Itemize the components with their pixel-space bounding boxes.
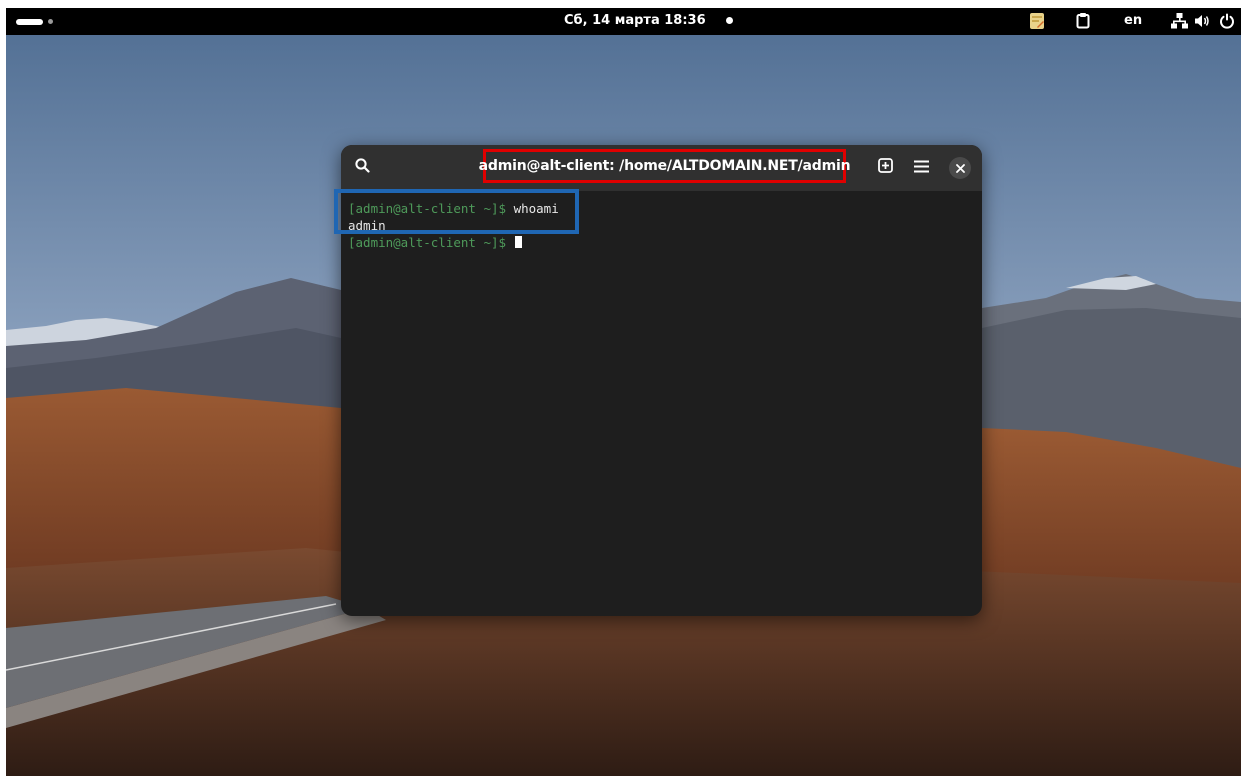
menu-button[interactable] xyxy=(910,156,932,178)
shell-prompt: [admin@alt-client ~]$ xyxy=(348,201,514,216)
command-output: admin xyxy=(348,218,386,233)
clock-label: Сб, 14 марта 18:36 xyxy=(564,13,706,28)
network-icon[interactable] xyxy=(1171,13,1188,29)
volume-icon[interactable] xyxy=(1194,14,1210,28)
new-tab-button[interactable] xyxy=(874,156,896,178)
terminal-output-area[interactable]: [admin@alt-client ~]$ whoami admin [admi… xyxy=(341,191,982,616)
workspace-indicator-active xyxy=(16,18,43,25)
clock-button[interactable]: Сб, 14 марта 18:36 xyxy=(564,13,733,28)
keyboard-layout-indicator[interactable]: en xyxy=(1124,13,1142,28)
notification-dot-icon xyxy=(725,17,733,24)
search-icon xyxy=(354,157,370,177)
menu-icon xyxy=(913,158,929,177)
workspace-indicator-inactive xyxy=(48,19,53,24)
desktop-screen: Сб, 14 марта 18:36 en admin@alt-client: … xyxy=(6,8,1241,776)
terminal-headerbar[interactable]: admin@alt-client: /home/ALTDOMAIN.NET/ad… xyxy=(341,145,982,191)
close-icon xyxy=(949,157,971,179)
terminal-line: admin xyxy=(348,217,386,234)
top-bar: Сб, 14 марта 18:36 en xyxy=(6,8,1241,35)
close-button[interactable] xyxy=(949,157,971,179)
command-text: whoami xyxy=(513,201,559,216)
window-title: admin@alt-client: /home/ALTDOMAIN.NET/ad… xyxy=(478,158,851,174)
new-tab-icon xyxy=(877,157,893,177)
notes-app-icon[interactable] xyxy=(1029,12,1045,30)
terminal-line: [admin@alt-client ~]$ whoami xyxy=(348,200,559,217)
text-cursor xyxy=(514,236,522,248)
power-icon[interactable] xyxy=(1219,13,1235,29)
title-highlight: admin@alt-client: /home/ALTDOMAIN.NET/ad… xyxy=(479,149,851,183)
shell-prompt: [admin@alt-client ~]$ xyxy=(348,235,514,250)
language-label: en xyxy=(1124,13,1143,28)
search-button[interactable] xyxy=(351,156,373,178)
activities-button[interactable] xyxy=(16,16,53,27)
terminal-window[interactable]: admin@alt-client: /home/ALTDOMAIN.NET/ad… xyxy=(341,145,982,616)
terminal-line: [admin@alt-client ~]$ xyxy=(348,234,522,251)
clipboard-icon[interactable] xyxy=(1076,12,1090,29)
